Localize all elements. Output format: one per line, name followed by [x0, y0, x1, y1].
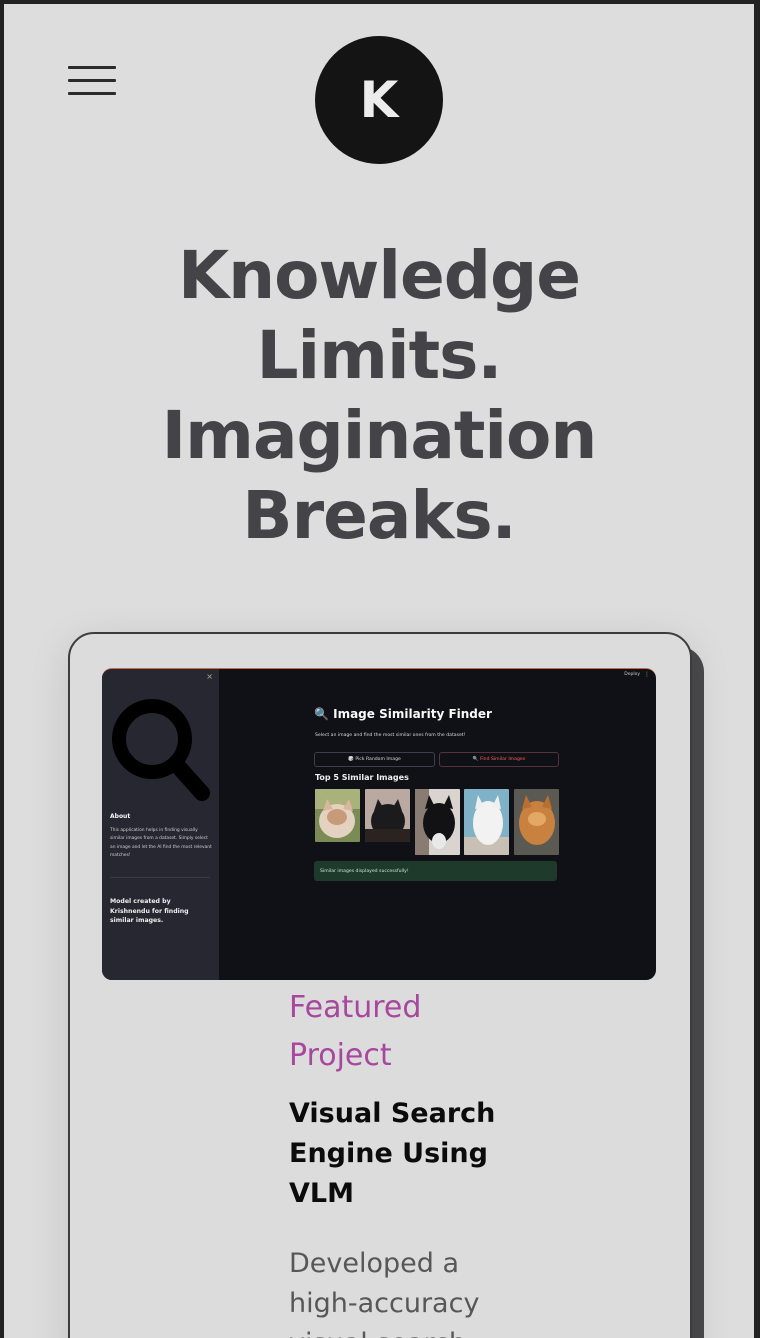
- hero-line: Imagination: [161, 397, 598, 474]
- hamburger-menu-icon[interactable]: [68, 66, 116, 98]
- hero-line: Knowledge: [177, 237, 581, 314]
- page: K Knowledge Limits. Imagination Breaks. …: [4, 4, 754, 1338]
- pick-random-button: 🎲 Pick Random Image: [314, 752, 435, 767]
- find-similar-button: 🔍 Find Similar Images: [439, 752, 559, 767]
- magnifier-icon: [112, 699, 210, 801]
- project-screenshot[interactable]: × About This application helps in findin…: [102, 668, 656, 980]
- logo-letter: K: [359, 71, 399, 129]
- project-description: Developed a high-accuracy visual search: [289, 1248, 480, 1338]
- app-subtitle: Select an image and find the most simila…: [315, 733, 466, 738]
- about-heading: About: [110, 813, 131, 820]
- hero-line: Breaks.: [242, 477, 516, 554]
- cat-thumbnail: [365, 789, 410, 842]
- hero-line: Limits.: [256, 317, 503, 394]
- project-title[interactable]: Visual Search Engine Using VLM: [289, 1094, 529, 1214]
- deploy-link: Deploy: [624, 672, 640, 677]
- featured-project-label: Featured Project: [289, 990, 422, 1073]
- featured-project-card[interactable]: × About This application helps in findin…: [68, 632, 692, 1338]
- credit-text: Model created by Krishnendu for finding …: [110, 898, 189, 925]
- success-alert: Similar images displayed successfully!: [314, 861, 557, 881]
- screenshot-sidebar: × About This application helps in findin…: [102, 669, 219, 980]
- cat-thumbnail: [415, 789, 460, 855]
- logo-avatar[interactable]: K: [315, 36, 443, 164]
- about-text: This application helps in finding visual…: [110, 828, 212, 859]
- more-options-icon: ⋮: [644, 671, 650, 678]
- cat-thumbnail: [514, 789, 559, 855]
- app-title: 🔍 Image Similarity Finder: [314, 707, 492, 721]
- hero-heading: Knowledge Limits. Imagination Breaks.: [4, 236, 754, 556]
- cat-thumbnail: [464, 789, 509, 855]
- results-heading: Top 5 Similar Images: [315, 773, 409, 782]
- sidebar-divider: [110, 877, 210, 878]
- cat-thumbnail: [315, 789, 360, 842]
